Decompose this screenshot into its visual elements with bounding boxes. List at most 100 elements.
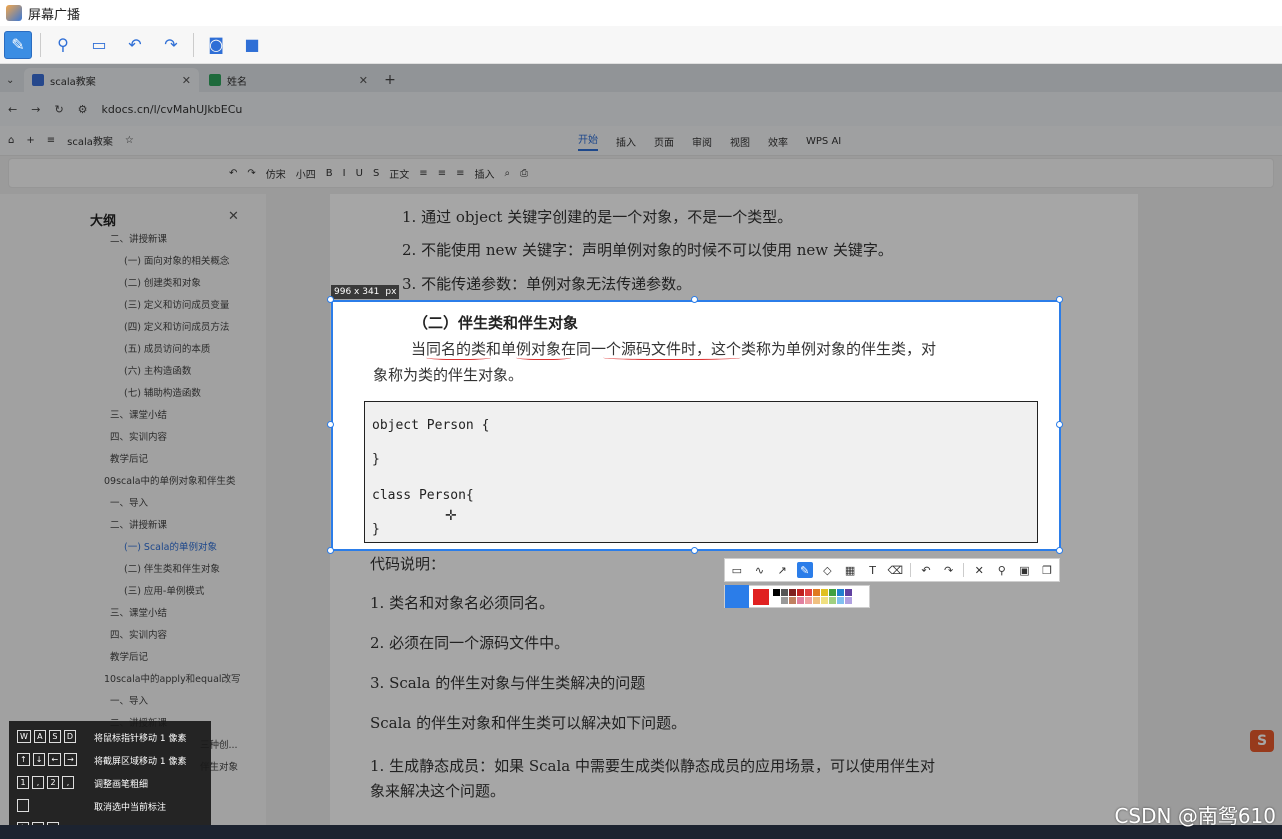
resize-handle[interactable] bbox=[327, 421, 334, 428]
search-icon[interactable]: ⌕ bbox=[504, 168, 510, 179]
save-icon[interactable]: ▣ bbox=[1017, 562, 1033, 578]
italic-icon[interactable]: I bbox=[343, 168, 346, 179]
tab-name[interactable]: 姓名 ✕ bbox=[201, 68, 376, 92]
star-icon[interactable]: ☆ bbox=[125, 135, 134, 146]
outline-item[interactable]: (四) 定义和访问成员方法 bbox=[124, 319, 229, 333]
selection-region[interactable]: （二）伴生类和伴生对象 当同名的类和单例对象在同一个源码文件时，这个类称为单例对… bbox=[331, 300, 1061, 551]
color-swatch[interactable] bbox=[829, 589, 836, 596]
cancel-icon[interactable]: ✕ bbox=[971, 562, 987, 578]
outline-item[interactable]: (一) Scala的单例对象 bbox=[124, 539, 217, 553]
stop-broadcast-button[interactable]: ■ bbox=[238, 31, 266, 59]
outline-item[interactable]: 一、导入 bbox=[110, 495, 148, 509]
undo-button[interactable]: ↶ bbox=[121, 31, 149, 59]
highlighter-icon[interactable]: ◇ bbox=[820, 562, 836, 578]
outline-item[interactable]: 二、讲授新课 bbox=[110, 517, 167, 531]
reload-icon[interactable]: ↻ bbox=[54, 103, 63, 116]
insert-button[interactable]: 插入 bbox=[474, 166, 494, 181]
color-swatch[interactable] bbox=[837, 589, 844, 596]
outline-item[interactable]: 二、讲授新课 bbox=[110, 231, 167, 245]
align-center-icon[interactable]: ≡ bbox=[438, 168, 446, 179]
paragraph-style-select[interactable]: 正文 bbox=[389, 166, 409, 181]
outline-item[interactable]: 四、实训内容 bbox=[110, 429, 167, 443]
back-icon[interactable]: ← bbox=[8, 103, 17, 116]
resize-handle[interactable] bbox=[327, 547, 334, 554]
color-swatch[interactable] bbox=[773, 597, 780, 604]
bold-icon[interactable]: B bbox=[326, 168, 333, 179]
add-icon[interactable]: + bbox=[26, 135, 34, 146]
home-icon[interactable]: ⌂ bbox=[8, 135, 14, 146]
color-swatch[interactable] bbox=[813, 597, 820, 604]
tab-efficiency[interactable]: 效率 bbox=[768, 134, 788, 149]
site-settings-icon[interactable]: ⚙ bbox=[78, 103, 88, 116]
align-right-icon[interactable]: ≡ bbox=[456, 168, 464, 179]
ime-logo-icon[interactable]: S bbox=[1250, 730, 1274, 752]
color-swatch[interactable] bbox=[837, 597, 844, 604]
outline-item[interactable]: 一、导入 bbox=[110, 693, 148, 707]
tab-start[interactable]: 开始 bbox=[578, 131, 598, 151]
resize-handle[interactable] bbox=[691, 296, 698, 303]
outline-item[interactable]: (二) 伴生类和伴生对象 bbox=[124, 561, 220, 575]
pen-size-selector[interactable] bbox=[725, 585, 749, 608]
resize-handle[interactable] bbox=[1056, 547, 1063, 554]
forward-icon[interactable]: → bbox=[31, 103, 40, 116]
mosaic-icon[interactable]: ▦ bbox=[842, 562, 858, 578]
color-swatch[interactable] bbox=[789, 597, 796, 604]
color-swatch[interactable] bbox=[789, 589, 796, 596]
curve-icon[interactable]: ∿ bbox=[752, 562, 768, 578]
outline-item[interactable]: 09scala中的单例对象和伴生类 bbox=[104, 473, 236, 487]
document-name[interactable]: scala教案 bbox=[67, 133, 113, 148]
tab-page[interactable]: 页面 bbox=[654, 134, 674, 149]
font-size-select[interactable]: 小四 bbox=[296, 166, 316, 181]
outline-item[interactable]: 三、课堂小结 bbox=[110, 605, 167, 619]
font-select[interactable]: 仿宋 bbox=[266, 166, 286, 181]
redo-button[interactable]: ↷ bbox=[157, 31, 185, 59]
color-swatch[interactable] bbox=[781, 597, 788, 604]
color-swatch[interactable] bbox=[813, 589, 820, 596]
tab-view[interactable]: 视图 bbox=[730, 134, 750, 149]
color-swatch[interactable] bbox=[797, 589, 804, 596]
outline-item[interactable]: (三) 应用-单例模式 bbox=[124, 583, 204, 597]
color-swatch[interactable] bbox=[781, 589, 788, 596]
color-swatch[interactable] bbox=[845, 589, 852, 596]
underline-icon[interactable]: U bbox=[356, 168, 363, 179]
tab-scala[interactable]: scala教案 ✕ bbox=[24, 68, 199, 92]
align-left-icon[interactable]: ≡ bbox=[419, 168, 427, 179]
color-swatch[interactable] bbox=[805, 597, 812, 604]
outline-item[interactable]: 教学后记 bbox=[110, 649, 148, 663]
undo-icon[interactable]: ↶ bbox=[918, 562, 934, 578]
url-field[interactable]: kdocs.cn/l/cvMahUJkbECu bbox=[102, 103, 243, 116]
outline-item[interactable]: 教学后记 bbox=[110, 451, 148, 465]
color-swatch[interactable] bbox=[797, 597, 804, 604]
eraser-icon[interactable]: ⌫ bbox=[887, 562, 904, 578]
outline-item[interactable]: (一) 面向对象的相关概念 bbox=[124, 253, 229, 267]
color-swatch[interactable] bbox=[805, 589, 812, 596]
new-tab-button[interactable]: + bbox=[378, 68, 402, 92]
resize-handle[interactable] bbox=[691, 547, 698, 554]
color-swatch[interactable] bbox=[773, 589, 780, 596]
monitor-button[interactable]: ▭ bbox=[85, 31, 113, 59]
close-icon[interactable]: ✕ bbox=[228, 209, 239, 224]
pen-icon[interactable]: ✎ bbox=[796, 562, 813, 578]
outline-item[interactable]: 三、课堂小结 bbox=[110, 407, 167, 421]
print-icon[interactable]: ⎙ bbox=[520, 168, 528, 179]
resize-handle[interactable] bbox=[327, 296, 334, 303]
pin-icon[interactable]: ⚲ bbox=[994, 562, 1010, 578]
undo-icon[interactable]: ↶ bbox=[229, 168, 237, 179]
close-icon[interactable]: ✕ bbox=[182, 74, 191, 87]
color-swatch[interactable] bbox=[821, 589, 828, 596]
copy-icon[interactable]: ❐ bbox=[1039, 562, 1055, 578]
zoom-tool-button[interactable]: ⚲ bbox=[49, 31, 77, 59]
tab-list-icon[interactable]: ⌄ bbox=[6, 68, 22, 92]
current-color-swatch[interactable] bbox=[753, 588, 769, 605]
resize-handle[interactable] bbox=[1056, 421, 1063, 428]
outline-item[interactable]: 10scala中的apply和equal改写 bbox=[104, 671, 241, 685]
text-icon[interactable]: T bbox=[865, 562, 881, 578]
color-swatch[interactable] bbox=[845, 597, 852, 604]
screenshot-button[interactable]: ◙ bbox=[202, 31, 230, 59]
resize-handle[interactable] bbox=[1056, 296, 1063, 303]
outline-item[interactable]: (二) 创建类和对象 bbox=[124, 275, 201, 289]
rect-icon[interactable]: ▭ bbox=[729, 562, 745, 578]
outline-item[interactable]: (三) 定义和访问成员变量 bbox=[124, 297, 229, 311]
redo-icon[interactable]: ↷ bbox=[247, 168, 255, 179]
outline-item[interactable]: 四、实训内容 bbox=[110, 627, 167, 641]
